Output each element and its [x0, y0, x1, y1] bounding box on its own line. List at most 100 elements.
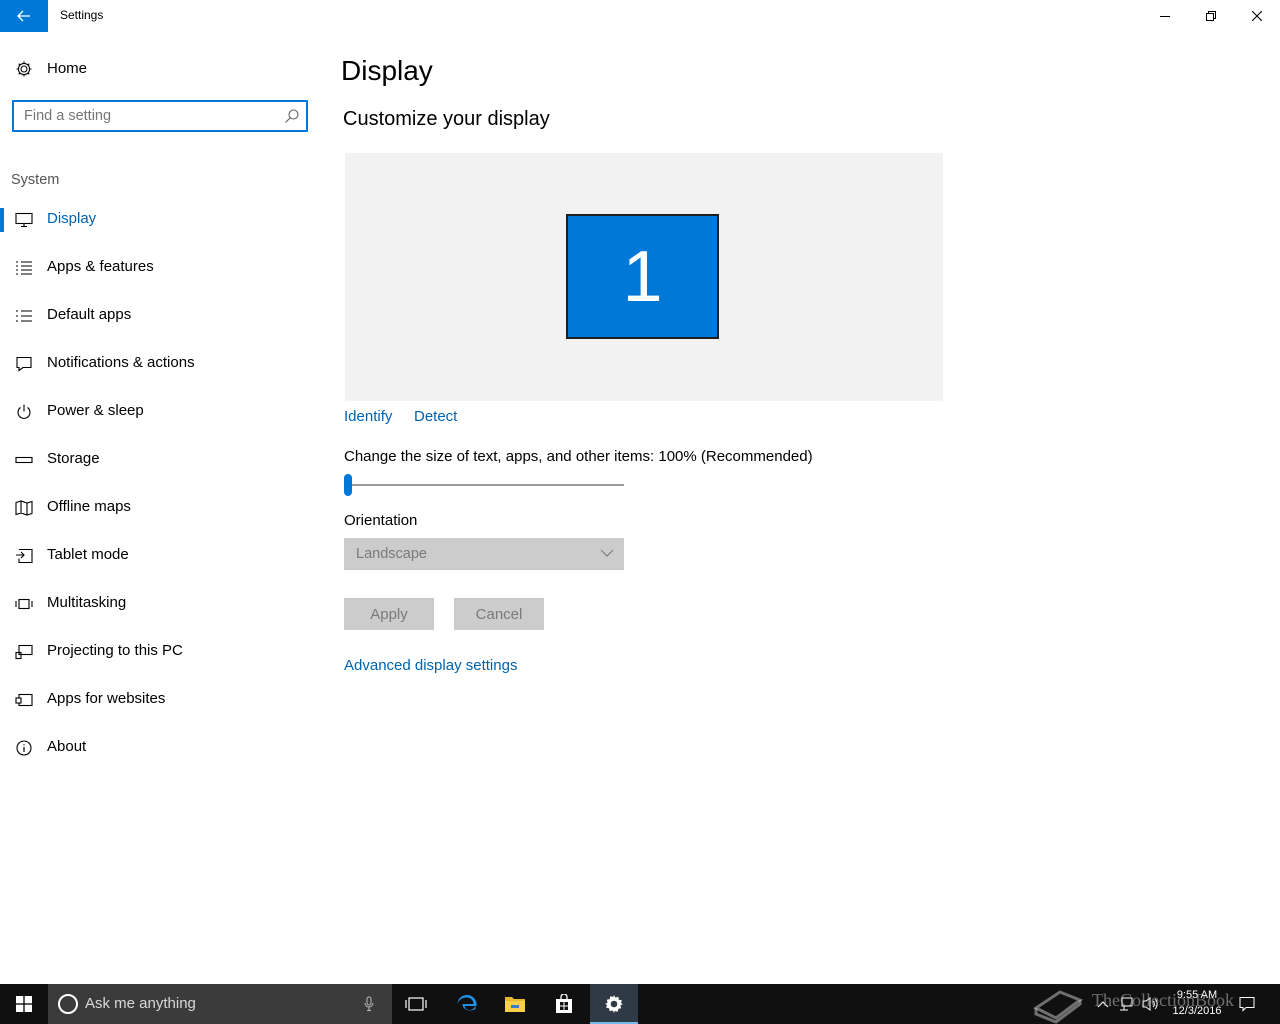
- sidebar-item-offline-maps[interactable]: Offline maps: [0, 486, 320, 530]
- default-apps-icon: [16, 310, 32, 322]
- action-center-icon: [1239, 997, 1255, 1012]
- cortana-placeholder: Ask me anything: [85, 995, 196, 1012]
- clock-time: 9:55 AM: [1176, 989, 1218, 1001]
- sidebar-item-power-sleep[interactable]: Power & sleep: [0, 390, 320, 434]
- volume-icon: [1142, 997, 1158, 1011]
- orientation-label: Orientation: [344, 512, 418, 529]
- back-button[interactable]: [0, 0, 48, 32]
- cortana-search-box[interactable]: Ask me anything: [48, 984, 392, 1024]
- slider-thumb[interactable]: [344, 474, 352, 496]
- sidebar-item-label: Display: [47, 210, 97, 227]
- taskbar: Ask me anything 9:55 AM 12/3/2016: [0, 984, 1280, 1024]
- clock-date: 12/3/2016: [1172, 1005, 1222, 1017]
- projecting-icon: [15, 644, 33, 660]
- sidebar-item-notifications[interactable]: Notifications & actions: [0, 342, 320, 386]
- apps-list-icon: [16, 261, 32, 275]
- orientation-dropdown[interactable]: Landscape: [344, 538, 624, 570]
- scale-slider[interactable]: [344, 472, 624, 498]
- tablet-mode-icon: [16, 548, 33, 564]
- volume-button[interactable]: [1140, 984, 1162, 1024]
- close-button[interactable]: [1234, 0, 1280, 32]
- search-input[interactable]: [14, 102, 284, 130]
- power-icon: [17, 404, 31, 419]
- identify-link[interactable]: Identify: [344, 408, 392, 425]
- sidebar-item-projecting[interactable]: Projecting to this PC: [0, 630, 320, 674]
- notification-icon: [16, 356, 32, 372]
- map-icon: [15, 500, 33, 516]
- sidebar-item-storage[interactable]: Storage: [0, 438, 320, 482]
- sidebar-item-label: Default apps: [47, 306, 132, 323]
- sidebar-item-label: Notifications & actions: [47, 354, 195, 371]
- scale-label: Change the size of text, apps, and other…: [344, 448, 813, 465]
- multitasking-icon: [15, 598, 33, 610]
- page-subtitle: Customize your display: [343, 108, 550, 130]
- advanced-display-settings-link[interactable]: Advanced display settings: [344, 657, 517, 674]
- gear-icon: [16, 61, 32, 77]
- sidebar-item-label: About: [47, 738, 87, 755]
- task-view-icon: [405, 997, 427, 1011]
- monitor-number: 1: [622, 236, 663, 317]
- display-arrangement-area: 1: [345, 153, 943, 401]
- sidebar-item-label: Multitasking: [47, 594, 127, 611]
- show-hidden-icons-button[interactable]: [1093, 984, 1113, 1024]
- sidebar-item-display[interactable]: Display: [0, 198, 320, 242]
- taskbar-clock[interactable]: 9:55 AM 12/3/2016: [1166, 987, 1228, 1019]
- minimize-button[interactable]: [1142, 0, 1188, 32]
- restore-button[interactable]: [1188, 0, 1234, 32]
- monitor-tile[interactable]: 1: [566, 214, 719, 339]
- monitor-icon: [15, 212, 33, 228]
- settings-gear-icon: [605, 995, 623, 1013]
- orientation-value: Landscape: [356, 546, 427, 562]
- chevron-down-icon: [600, 549, 614, 557]
- apply-button[interactable]: Apply: [344, 598, 434, 630]
- app-title: Settings: [60, 8, 104, 22]
- close-icon: [1252, 11, 1262, 21]
- search-icon[interactable]: [284, 108, 300, 124]
- sidebar-item-apps-websites[interactable]: Apps for websites: [0, 678, 320, 722]
- section-header-system: System: [11, 172, 60, 188]
- settings-taskbar-button[interactable]: [590, 984, 638, 1024]
- sidebar-item-multitasking[interactable]: Multitasking: [0, 582, 320, 626]
- detect-link[interactable]: Detect: [414, 408, 457, 425]
- slider-track: [344, 484, 624, 486]
- network-button[interactable]: [1116, 984, 1136, 1024]
- network-icon: [1120, 997, 1133, 1011]
- apps-websites-icon: [15, 693, 33, 707]
- action-center-button[interactable]: [1236, 984, 1258, 1024]
- arrow-left-icon: [17, 10, 30, 22]
- edge-icon: [457, 995, 477, 1011]
- cancel-button[interactable]: Cancel: [454, 598, 544, 630]
- sidebar-item-label: Tablet mode: [47, 546, 129, 563]
- store-icon: [556, 994, 572, 1013]
- file-explorer-icon: [505, 997, 525, 1012]
- sidebar-item-label: Power & sleep: [47, 402, 144, 419]
- sidebar-item-label: Storage: [47, 450, 100, 467]
- task-view-button[interactable]: [392, 984, 440, 1024]
- search-setting-box: [12, 100, 308, 132]
- sidebar-item-apps-features[interactable]: Apps & features: [0, 246, 320, 290]
- sidebar-item-label: Apps & features: [47, 258, 154, 275]
- cortana-icon: [58, 994, 78, 1014]
- windows-logo-icon: [16, 996, 32, 1012]
- title-bar: Settings: [0, 0, 1280, 32]
- sidebar-item-label: Offline maps: [47, 498, 131, 515]
- start-button[interactable]: [0, 984, 48, 1024]
- sidebar-item-tablet-mode[interactable]: Tablet mode: [0, 534, 320, 578]
- sidebar-item-label: Projecting to this PC: [47, 642, 183, 659]
- sidebar-item-label: Apps for websites: [47, 690, 166, 707]
- storage-icon: [15, 456, 33, 464]
- store-button[interactable]: [540, 984, 588, 1024]
- sidebar-item-default-apps[interactable]: Default apps: [0, 294, 320, 338]
- info-icon: [16, 740, 32, 756]
- microphone-icon[interactable]: [364, 996, 374, 1012]
- page-title: Display: [341, 55, 433, 86]
- sidebar-item-about[interactable]: About: [0, 726, 320, 770]
- edge-button[interactable]: [443, 984, 491, 1024]
- nav-home-label: Home: [47, 60, 88, 77]
- minimize-icon: [1160, 16, 1170, 17]
- nav-home[interactable]: Home: [0, 52, 320, 86]
- restore-icon: [1206, 11, 1216, 21]
- file-explorer-button[interactable]: [491, 984, 539, 1024]
- active-indicator: [0, 208, 4, 232]
- chevron-up-icon: [1097, 1001, 1109, 1008]
